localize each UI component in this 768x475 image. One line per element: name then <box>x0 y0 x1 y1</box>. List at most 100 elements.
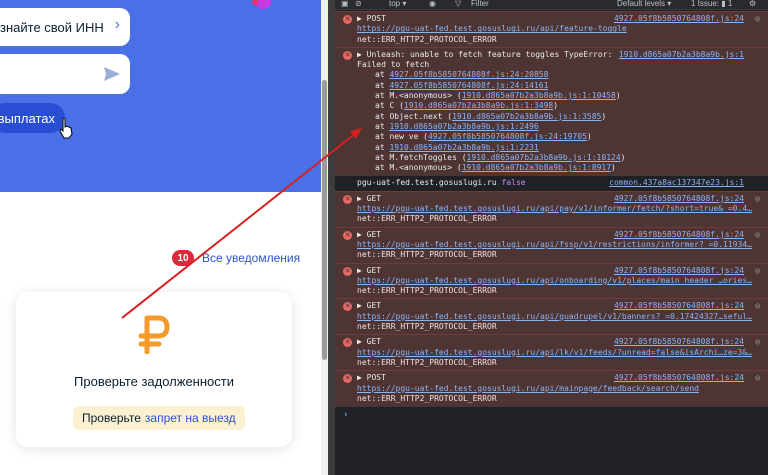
payments-button[interactable]: цвыплатах <box>0 103 65 133</box>
hero-banner: знайте свой ИНН › цвыплатах <box>0 0 328 192</box>
request-url-line: https://pgu-uat-fed.test.gosuslugi.ru/ap… <box>357 384 762 394</box>
issues-counter[interactable]: 1 Issue: ▮ 1 <box>691 0 732 8</box>
network-request-icon[interactable]: ◎ <box>755 266 760 276</box>
debts-card[interactable]: Проверьте задолженности Проверьте запрет… <box>16 292 292 447</box>
request-url-line: https://pgu-uat-fed.test.gosuslugi.ru/ap… <box>357 312 762 322</box>
error-icon: ✕ <box>343 50 352 60</box>
inn-chip-label: знайте свой ИНН <box>0 19 104 35</box>
request-url-line: https://pgu-uat-fed.test.gosuslugi.ru/ap… <box>357 276 762 286</box>
stack-frame-link[interactable]: 1910.d865a07b2a3b8a9b.js:1:10124 <box>467 153 621 162</box>
console-error-row[interactable]: ✕ ▶ POST 4927.05f8b5850764808f.js:24 ◎ https… <box>335 11 768 47</box>
search-input[interactable] <box>0 54 130 94</box>
error-source-link[interactable]: 4927.05f8b5850764808f.js:24 <box>614 266 744 276</box>
request-url-link[interactable]: https://pgu-uat-fed.test.gosuslugi.ru/ap… <box>357 384 699 393</box>
stack-frame: at C (1910.d865a07b2a3b8a9b.js:1:3498) <box>375 101 559 111</box>
error-source-link[interactable]: 4927.05f8b5850764808f.js:24 <box>614 194 744 204</box>
network-request-icon[interactable]: ◎ <box>755 373 760 383</box>
web-page: знайте свой ИНН › цвыплатах 10 Все уведо… <box>0 0 328 475</box>
scrollbar-thumb[interactable] <box>322 80 327 360</box>
network-request-icon[interactable]: ◎ <box>755 230 760 240</box>
stack-frame-link[interactable]: 4927.05f8b5850764808f.js:24:20858 <box>389 70 548 79</box>
chevron-right-icon: › <box>114 16 120 33</box>
notifications-row[interactable]: 10 Все уведомления <box>172 250 300 266</box>
network-request-icon[interactable]: ◎ <box>755 301 760 311</box>
network-error-text: net::ERR_HTTP2_PROTOCOL_ERROR <box>357 322 497 332</box>
filter-icon: ▽ <box>455 0 462 8</box>
error-source-link[interactable]: 4927.05f8b5850764808f.js:24 <box>614 301 744 311</box>
inn-chip[interactable]: знайте свой ИНН › <box>0 8 130 46</box>
stack-frame-link[interactable]: 1910.d865a07b2a3b8a9b.js:1:8917 <box>462 163 611 172</box>
console-error-row[interactable]: ✕ ▶ Unleash: unable to fetch feature togg… <box>335 46 768 176</box>
travel-ban-button-accent: запрет на выезд <box>144 411 236 425</box>
request-url-line: https://pgu-uat-fed.test.gosuslugi.ru/ap… <box>357 240 762 250</box>
request-url-line: https://pgu-uat-fed.test.gosuslugi.ru/ap… <box>357 348 762 358</box>
console-error-row[interactable]: ✕ ▶ GET 4927.05f8b5850764808f.js:24 ◎ https:… <box>335 262 768 299</box>
live-expression-eye-icon[interactable]: ◉ <box>429 0 436 8</box>
stack-frame-link[interactable]: 1910.d865a07b2a3b8a9b.js:1:3498 <box>404 101 553 110</box>
stack-frame: at 4927.05f8b5850764808f.js:24:14161 <box>375 80 549 90</box>
network-request-icon[interactable]: ◎ <box>755 337 760 347</box>
sidebar-toggle-icon[interactable]: ▣ <box>341 0 349 8</box>
stack-frame-link[interactable]: 4927.05f8b5850764808f.js:24:19705 <box>428 132 587 141</box>
devtools-splitter[interactable] <box>328 0 335 475</box>
hand-cursor-icon <box>59 117 73 139</box>
settings-gear-icon[interactable]: ⚙ <box>749 0 756 8</box>
stack-frame-link[interactable]: 4927.05f8b5850764808f.js:24:14161 <box>389 81 548 90</box>
request-url-link[interactable]: https://pgu-uat-fed.test.gosuslugi.ru/ap… <box>357 240 752 249</box>
error-icon: ✕ <box>343 374 352 384</box>
stack-frame: at M.fetchToggles (1910.d865a07b2a3b8a9b… <box>375 152 626 162</box>
stack-frame: at 1910.d865a07b2a3b8a9b.js:1:2231 <box>375 142 539 152</box>
all-notifications-link[interactable]: Все уведомления <box>202 251 300 265</box>
error-icon: ✕ <box>343 194 352 204</box>
error-source-link[interactable]: 4927.05f8b5850764808f.js:24 <box>614 373 744 383</box>
request-url-link[interactable]: https://pgu-uat-fed.test.gosuslugi.ru/ap… <box>357 312 752 321</box>
request-url-link[interactable]: https://pgu-uat-fed.test.gosuslugi.ru/ap… <box>357 276 752 285</box>
network-error-text: net::ERR_HTTP2_PROTOCOL_ERROR <box>357 34 497 44</box>
error-icon: ✕ <box>343 302 352 312</box>
network-request-icon[interactable]: ◎ <box>755 194 760 204</box>
console-prompt-input[interactable]: › <box>335 406 768 423</box>
log-value: false <box>501 178 526 188</box>
network-request-icon[interactable]: ◎ <box>755 14 760 24</box>
error-icon: ✕ <box>343 230 352 240</box>
request-url-link[interactable]: https://pgu-uat-fed.test.gosuslugi.ru/ap… <box>357 348 752 357</box>
log-text: pgu-uat-fed.test.gosuslugi.ru <box>357 178 502 188</box>
console-error-row[interactable]: ✕ ▶ GET 4927.05f8b5850764808f.js:24 ◎ https:… <box>335 190 768 227</box>
stack-frame: at 4927.05f8b5850764808f.js:24:20858 <box>375 70 549 80</box>
error-source-link[interactable]: 1910.d865a07b2a3b8a9b.js:1 <box>619 50 744 60</box>
console-error-row[interactable]: ✕ ▶ GET 4927.05f8b5850764808f.js:24 ◎ https:… <box>335 334 768 371</box>
stack-frame-link[interactable]: 1910.d865a07b2a3b8a9b.js:1:3585 <box>452 112 601 121</box>
network-error-text: net::ERR_HTTP2_PROTOCOL_ERROR <box>357 357 497 367</box>
travel-ban-button-prefix: Проверьте <box>82 411 141 425</box>
error-source-link[interactable]: 4927.05f8b5850764808f.js:24 <box>614 230 744 240</box>
network-error-text: net::ERR_HTTP2_PROTOCOL_ERROR <box>357 250 497 260</box>
console-error-row[interactable]: ✕ ▶ GET 4927.05f8b5850764808f.js:24 ◎ https:… <box>335 226 768 263</box>
error-icon: ✕ <box>343 338 352 348</box>
stack-frame: at new ve (4927.05f8b5850764808f.js:24:1… <box>375 132 592 142</box>
page-scrollbar[interactable] <box>321 0 328 475</box>
network-error-text: net::ERR_HTTP2_PROTOCOL_ERROR <box>357 286 497 296</box>
network-error-text: net::ERR_HTTP2_PROTOCOL_ERROR <box>357 393 497 403</box>
avatar-icon[interactable] <box>247 0 271 10</box>
request-url-link[interactable]: https://pgu-uat-fed.test.gosuslugi.ru/ap… <box>357 24 627 33</box>
network-error-text: net::ERR_HTTP2_PROTOCOL_ERROR <box>357 214 497 224</box>
stack-frame-link[interactable]: 1910.d865a07b2a3b8a9b.js:1:2496 <box>389 122 538 131</box>
log-source-link[interactable]: common.437a8ac137347e23.js:1 <box>609 178 744 188</box>
clear-console-icon[interactable]: ⊘ <box>355 0 362 8</box>
stack-frame: at M.<anonymous> (1910.d865a07b2a3b8a9b.… <box>375 91 621 101</box>
travel-ban-button[interactable]: Проверьте запрет на выезд <box>73 406 245 430</box>
send-icon[interactable] <box>102 64 122 84</box>
console-error-row[interactable]: ✕ ▶ POST 4927.05f8b5850764808f.js:24 ◎ https… <box>335 370 768 407</box>
request-url-link[interactable]: https://pgu-uat-fed.test.gosuslugi.ru/ap… <box>357 204 752 213</box>
console-error-row[interactable]: ✕ ▶ GET 4927.05f8b5850764808f.js:24 ◎ https:… <box>335 298 768 335</box>
console-log-row: pgu-uat-fed.test.gosuslugi.ru false commo… <box>335 175 768 191</box>
context-select[interactable]: top ▾ <box>389 0 406 8</box>
stack-frame-link[interactable]: 1910.d865a07b2a3b8a9b.js:1:10458 <box>462 91 616 100</box>
filter-input[interactable]: Filter <box>471 0 489 8</box>
stack-frame-link[interactable]: 1910.d865a07b2a3b8a9b.js:1:2231 <box>389 143 538 152</box>
error-source-link[interactable]: 4927.05f8b5850764808f.js:24 <box>614 14 744 24</box>
log-levels-select[interactable]: Default levels ▾ <box>617 0 671 8</box>
request-url-line: https://pgu-uat-fed.test.gosuslugi.ru/ap… <box>357 204 762 214</box>
error-source-link[interactable]: 4927.05f8b5850764808f.js:24 <box>614 337 744 347</box>
notifications-count-badge: 10 <box>172 250 194 266</box>
